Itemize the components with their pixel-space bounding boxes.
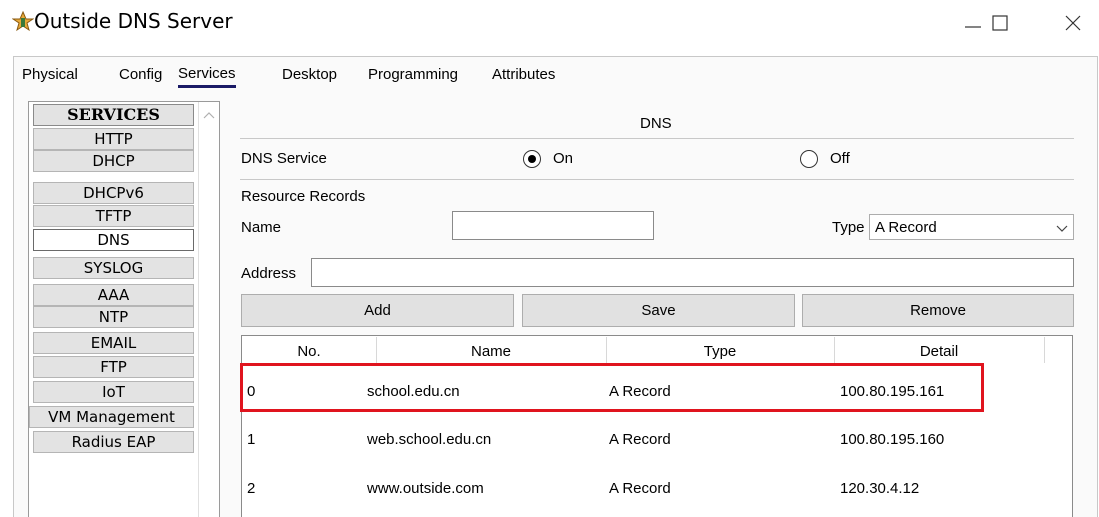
divider	[240, 138, 1074, 139]
close-icon	[1065, 15, 1081, 30]
dns-off-label: Off	[830, 150, 850, 167]
dns-section-title: DNS	[640, 115, 672, 132]
record-type[interactable]: A Record	[609, 431, 671, 448]
dns-on-label: On	[553, 150, 574, 167]
type-select[interactable]: A Record	[869, 214, 1074, 240]
remove-button[interactable]: Remove	[802, 294, 1074, 327]
service-email[interactable]: EMAIL	[33, 332, 194, 354]
service-dhcp[interactable]: DHCP	[33, 150, 194, 172]
service-iot[interactable]: IoT	[33, 381, 194, 403]
packet-tracer-server-icon	[11, 10, 35, 32]
maximize-icon	[992, 14, 1008, 31]
divider	[240, 179, 1074, 180]
highlight-box	[240, 363, 984, 412]
tab-programming[interactable]: Programming	[368, 62, 458, 88]
column-divider	[834, 337, 835, 363]
service-ntp[interactable]: NTP	[33, 306, 194, 328]
name-input[interactable]	[452, 211, 654, 240]
column-header-no[interactable]: No.	[242, 343, 376, 360]
tab-services[interactable]: Services	[178, 62, 236, 88]
column-header-name[interactable]: Name	[376, 343, 606, 360]
record-detail[interactable]: 120.30.4.12	[840, 480, 919, 497]
close-button[interactable]	[1050, 0, 1096, 45]
service-dns[interactable]: DNS	[33, 229, 194, 251]
service-radius-eap[interactable]: Radius EAP	[33, 431, 194, 453]
record-detail[interactable]: 100.80.195.160	[840, 431, 944, 448]
type-label: Type	[832, 219, 865, 236]
service-http[interactable]: HTTP	[33, 128, 194, 150]
chevron-down-icon	[1056, 225, 1068, 232]
dns-on-radio[interactable]	[523, 150, 541, 168]
scroll-up-icon	[203, 112, 215, 119]
dns-service-label: DNS Service	[241, 150, 327, 167]
add-button[interactable]: Add	[241, 294, 514, 327]
record-no[interactable]: 1	[247, 431, 255, 448]
service-dhcpv6[interactable]: DHCPv6	[33, 182, 194, 204]
column-header-detail[interactable]: Detail	[834, 343, 1044, 360]
dns-off-radio[interactable]	[800, 150, 818, 168]
maximize-button[interactable]	[977, 0, 1023, 45]
service-vm-management[interactable]: VM Management	[29, 406, 194, 428]
service-tftp[interactable]: TFTP	[33, 205, 194, 227]
tab-desktop[interactable]: Desktop	[282, 62, 337, 88]
service-syslog[interactable]: SYSLOG	[33, 257, 194, 279]
column-divider	[1044, 337, 1045, 363]
services-header: SERVICES	[33, 104, 194, 126]
tab-attributes[interactable]: Attributes	[492, 62, 555, 88]
record-type[interactable]: A Record	[609, 480, 671, 497]
record-name[interactable]: web.school.edu.cn	[367, 431, 491, 448]
service-ftp[interactable]: FTP	[33, 356, 194, 378]
resource-records-label: Resource Records	[241, 188, 366, 205]
name-label: Name	[241, 219, 282, 236]
record-name[interactable]: www.outside.com	[367, 480, 484, 497]
service-aaa[interactable]: AAA	[33, 284, 194, 306]
tab-config[interactable]: Config	[119, 62, 162, 88]
column-header-type[interactable]: Type	[606, 343, 834, 360]
record-no[interactable]: 2	[247, 480, 255, 497]
type-select-value: A Record	[875, 219, 937, 236]
address-input[interactable]	[311, 258, 1074, 287]
tab-physical[interactable]: Physical	[22, 62, 78, 88]
save-button[interactable]: Save	[522, 294, 795, 327]
column-divider	[606, 337, 607, 363]
column-divider	[376, 337, 377, 363]
services-scrollbar[interactable]	[198, 102, 219, 517]
window-title: Outside DNS Server	[34, 9, 233, 33]
address-label: Address	[241, 265, 297, 282]
